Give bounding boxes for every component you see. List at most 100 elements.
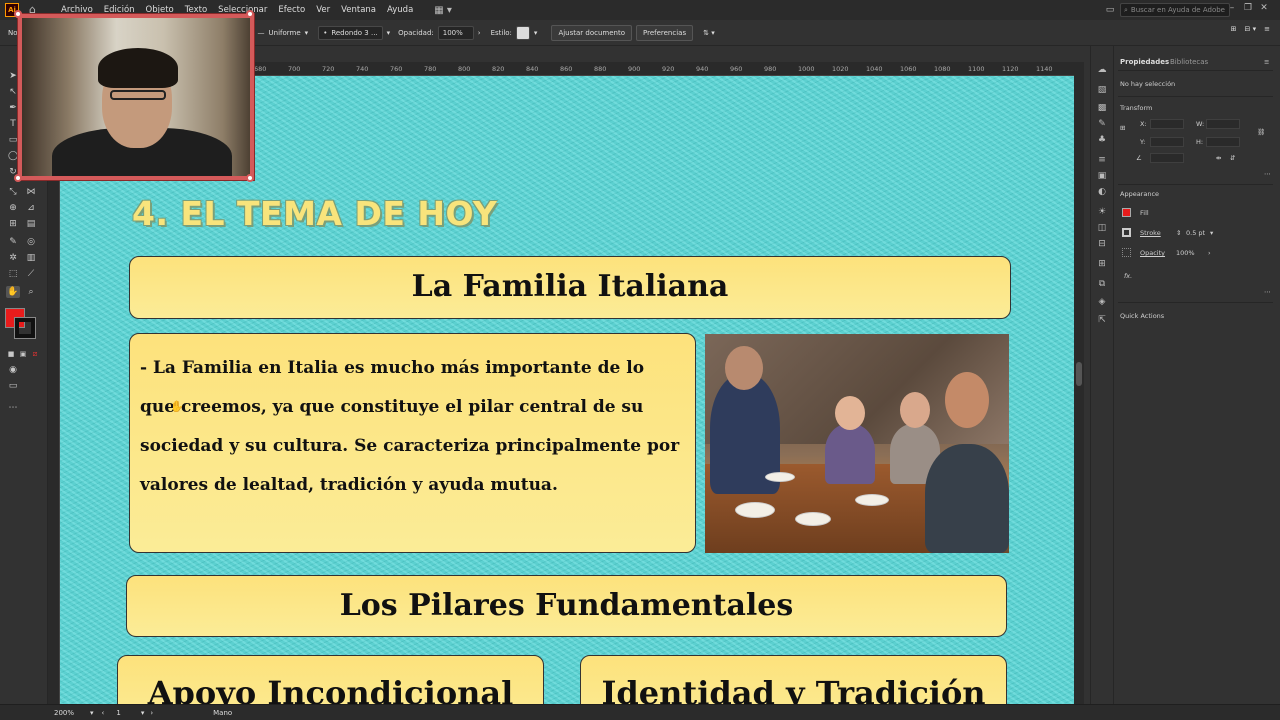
graphic-styles-icon[interactable]: ◫ (1095, 222, 1109, 234)
w-field[interactable] (1206, 119, 1240, 129)
more-options-icon[interactable]: ⋯ (1264, 288, 1271, 296)
vertical-scroll-thumb[interactable] (1076, 362, 1082, 386)
opacity-label[interactable]: Opacity (1140, 249, 1165, 257)
heading-box-familia[interactable]: La Familia Italiana (129, 256, 1011, 319)
rotate-icon[interactable]: ∠ (1136, 154, 1142, 162)
chevron-down-icon[interactable]: ▾ (387, 29, 391, 37)
opacity-value[interactable]: 100% (1176, 249, 1195, 257)
arrange-icon[interactable]: ⇅ ▾ (703, 29, 715, 37)
zoom-tool-icon[interactable]: ⌕ (24, 286, 38, 298)
tab-libraries[interactable]: Bibliotecas (1170, 58, 1208, 66)
transparency-icon[interactable]: ◐ (1095, 186, 1109, 198)
artboard-number[interactable]: 1 (116, 709, 120, 717)
artboard-tool-icon[interactable]: ⬚ (6, 268, 20, 280)
heading-box-pilares[interactable]: Los Pilares Fundamentales (126, 575, 1007, 637)
vertical-scrollbar[interactable] (1074, 62, 1084, 706)
ruler-tick-label: 760 (390, 65, 403, 73)
brushes-icon[interactable]: ✎ (1095, 118, 1109, 130)
menu-efecto[interactable]: Efecto (278, 5, 305, 15)
brush-dropdown[interactable]: • Redondo 3 ... (318, 25, 383, 40)
h-field[interactable] (1206, 137, 1240, 147)
chevron-down-icon[interactable]: ▾ (1210, 229, 1213, 237)
minimize-icon[interactable]: – (1226, 3, 1238, 13)
panel-menu-icon[interactable]: ≡ (1264, 58, 1269, 66)
mesh-tool-icon[interactable]: ⊞ (6, 218, 20, 230)
close-icon[interactable]: ✕ (1258, 3, 1270, 13)
more-options-icon[interactable]: ⋯ (1264, 170, 1271, 178)
chevron-right-icon[interactable]: › (1208, 249, 1211, 257)
workspace-layout-icon[interactable]: ▦ ▾ (434, 5, 452, 16)
chevron-down-icon[interactable]: ▾ (305, 29, 309, 37)
blend-tool-icon[interactable]: ◎ (24, 236, 38, 248)
y-field[interactable] (1150, 137, 1184, 147)
stroke-label[interactable]: Stroke (1140, 229, 1161, 237)
menu-icon[interactable]: ≡ (1264, 25, 1270, 33)
reference-point-icon[interactable]: ⊞ (1120, 124, 1125, 132)
transform-panel-icon[interactable]: ⊞ (1095, 258, 1109, 270)
stroke-icon[interactable]: ≡ (1095, 154, 1109, 166)
slice-tool-icon[interactable]: ⟋ (24, 268, 38, 280)
stroke-swatch-small[interactable] (1122, 228, 1131, 237)
section-title[interactable]: 4. EL TEMA DE HOY (132, 194, 497, 233)
appearance-icon[interactable]: ☀ (1095, 206, 1109, 218)
menu-ventana[interactable]: Ventana (341, 5, 376, 15)
scale-tool-icon[interactable]: ⤡ (6, 186, 20, 198)
symbols-icon[interactable]: ♣ (1095, 134, 1109, 146)
preferences-button[interactable]: Preferencias (636, 24, 694, 41)
tab-properties[interactable]: Propiedades (1120, 58, 1169, 66)
libraries-icon[interactable]: ▧ (1095, 84, 1109, 96)
chevron-right-icon[interactable]: › (478, 29, 481, 37)
screen-mode-icon[interactable]: ▭ (6, 380, 20, 392)
layers-icon[interactable]: ◈ (1095, 296, 1109, 308)
opacity-field[interactable]: 100% (437, 25, 474, 40)
pathfinder-icon[interactable]: ⧉ (1095, 278, 1109, 290)
help-search-input[interactable]: ⌕ Buscar en Ayuda de Adobe (1120, 3, 1230, 17)
menu-ver[interactable]: Ver (316, 5, 330, 15)
menu-ayuda[interactable]: Ayuda (387, 5, 413, 15)
card-identidad[interactable]: Identidad y Tradición (580, 655, 1007, 704)
flip-horizontal-icon[interactable]: ⇹ (1216, 154, 1221, 162)
shape-builder-icon[interactable]: ⊕ (6, 202, 20, 214)
artboard-prev-icon[interactable]: ‹ (102, 709, 105, 717)
paragraph-box[interactable]: - La Familia en Italia es mucho más impo… (129, 333, 696, 553)
swatches-icon[interactable]: ▩ (1095, 102, 1109, 114)
stroke-weight-value[interactable]: 0.5 pt (1186, 229, 1205, 237)
zoom-value[interactable]: 200% (54, 709, 74, 717)
fx-icon[interactable]: fx. (1124, 272, 1132, 280)
symbol-sprayer-icon[interactable]: ✲ (6, 252, 20, 264)
align-icon[interactable]: ⊞ (1231, 25, 1237, 33)
graph-tool-icon[interactable]: ▥ (24, 252, 38, 264)
artboard-next-icon[interactable]: › (150, 709, 153, 717)
photo-person-4 (925, 444, 1009, 553)
fill-swatch-small[interactable] (1122, 208, 1131, 217)
draw-mode-icon[interactable]: ◉ (6, 364, 20, 376)
fit-document-button[interactable]: Ajustar documento (551, 24, 632, 41)
stroke-color-swatch[interactable] (14, 317, 36, 339)
x-field[interactable] (1150, 119, 1184, 129)
eyedropper-tool-icon[interactable]: ✎ (6, 236, 20, 248)
chevron-down-icon[interactable]: ▾ (90, 709, 94, 717)
card-apoyo[interactable]: Apoyo Incondicional (117, 655, 544, 704)
none-mode-icon[interactable]: ⧄ (28, 348, 42, 360)
style-swatch[interactable] (515, 25, 530, 40)
restore-icon[interactable]: ❐ (1242, 3, 1254, 13)
chevron-down-icon[interactable]: ▾ (534, 29, 538, 37)
constrain-proportions-icon[interactable]: ⛓ (1257, 128, 1265, 136)
properties-icon[interactable]: ☁ (1095, 64, 1109, 76)
flip-vertical-icon[interactable]: ⇵ (1230, 154, 1235, 162)
chevron-down-icon[interactable]: ▾ (141, 709, 145, 717)
gradient-icon[interactable]: ▣ (1095, 170, 1109, 182)
export-icon[interactable]: ⇱ (1095, 314, 1109, 326)
distribute-icon[interactable]: ⊟ ▾ (1245, 25, 1257, 33)
hand-tool-icon[interactable]: ✋ (6, 286, 20, 298)
rotate-field[interactable] (1150, 153, 1184, 163)
width-tool-icon[interactable]: ⋈ (24, 186, 38, 198)
panel-toggle-icon[interactable]: ▭ (1104, 5, 1116, 15)
more-tools-icon[interactable]: ⋯ (6, 402, 20, 414)
family-photo[interactable] (705, 334, 1009, 553)
stroke-stepper-icon[interactable]: ⇕ (1176, 229, 1181, 237)
perspective-tool-icon[interactable]: ⊿ (24, 202, 38, 214)
align-panel-icon[interactable]: ⊟ (1095, 238, 1109, 250)
gradient-tool-icon[interactable]: ▤ (24, 218, 38, 230)
stroke-profile-dropdown[interactable]: Uniforme (269, 29, 301, 37)
